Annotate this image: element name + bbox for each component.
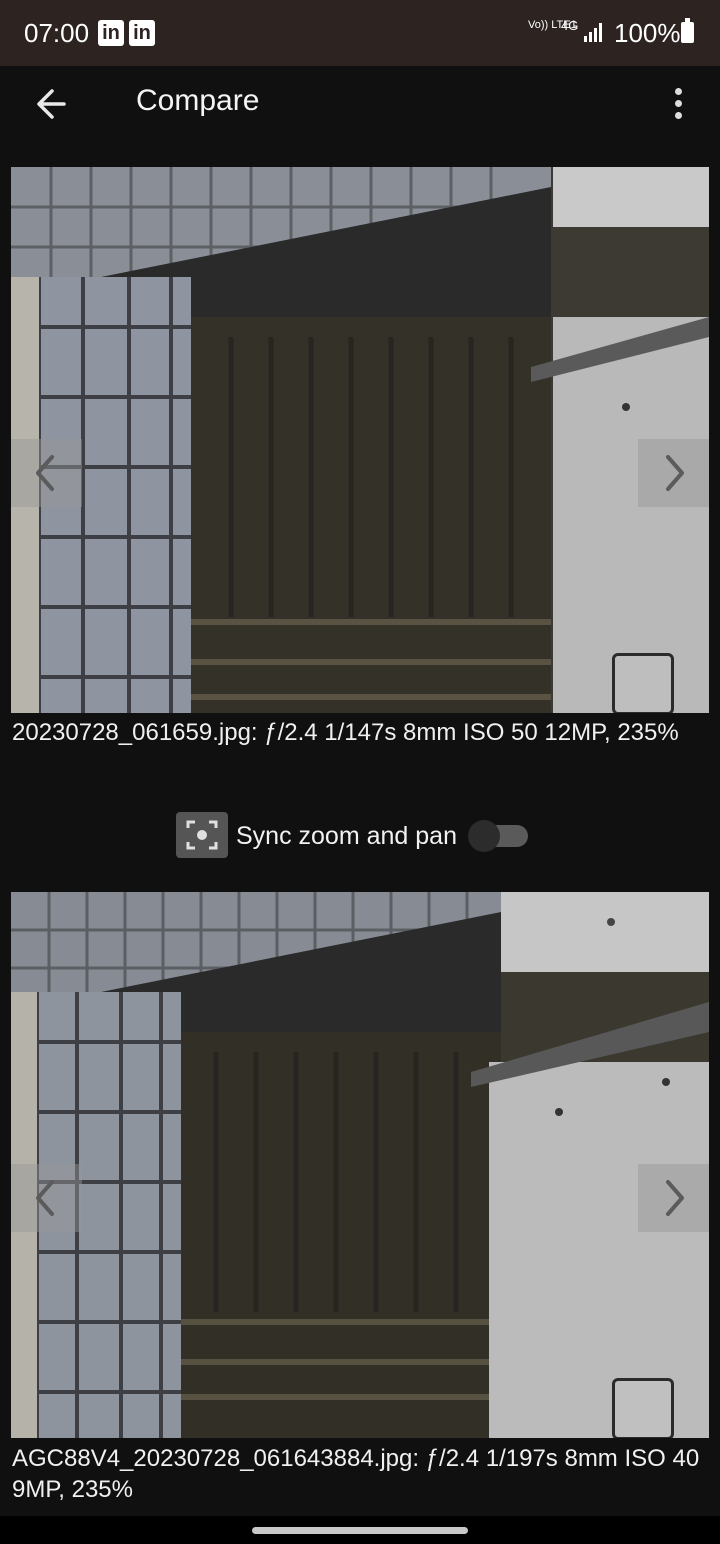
app-bar: Compare bbox=[0, 66, 720, 140]
linkedin-icon: in bbox=[129, 20, 155, 46]
linkedin-icon: in bbox=[98, 20, 124, 46]
toggle-thumb bbox=[468, 820, 500, 852]
chevron-right-icon bbox=[666, 455, 684, 491]
select-checkbox[interactable] bbox=[612, 1378, 674, 1438]
chevron-left-icon bbox=[36, 1180, 54, 1216]
previous-image-button[interactable] bbox=[11, 1164, 82, 1232]
signal-icon bbox=[584, 23, 602, 42]
top-image-view[interactable] bbox=[11, 167, 709, 713]
page-title: Compare bbox=[136, 84, 260, 117]
home-gesture-handle[interactable] bbox=[252, 1527, 468, 1534]
overflow-menu-button[interactable] bbox=[664, 80, 694, 128]
sync-zoom-toggle[interactable] bbox=[468, 820, 530, 852]
system-nav-bar bbox=[0, 1516, 720, 1544]
building-photo-2 bbox=[11, 892, 709, 1438]
top-image-caption: 20230728_061659.jpg: ƒ/2.4 1/147s 8mm IS… bbox=[12, 719, 679, 746]
status-bar: 07:00 in in Vo)) LTE1 4G 100% bbox=[0, 0, 720, 66]
battery-percent: 100% bbox=[614, 18, 681, 48]
chevron-left-icon bbox=[36, 455, 54, 491]
previous-image-button[interactable] bbox=[11, 439, 82, 507]
next-image-button[interactable] bbox=[638, 439, 709, 507]
network-type: 4G bbox=[561, 18, 579, 33]
building-photo-1 bbox=[11, 167, 709, 713]
focus-frame-icon bbox=[176, 812, 228, 858]
status-time: 07:00 bbox=[24, 18, 90, 48]
chevron-right-icon bbox=[666, 1180, 684, 1216]
next-image-button[interactable] bbox=[638, 1164, 709, 1232]
sync-zoom-label: Sync zoom and pan bbox=[236, 822, 457, 850]
more-vert-icon bbox=[675, 88, 682, 95]
bottom-image-caption: AGC88V4_20230728_061643884.jpg: ƒ/2.4 1/… bbox=[12, 1445, 700, 1503]
select-checkbox[interactable] bbox=[612, 653, 674, 713]
bottom-image-view[interactable] bbox=[11, 892, 709, 1438]
back-button[interactable] bbox=[26, 80, 78, 128]
battery-icon bbox=[681, 18, 694, 43]
arrow-left-icon bbox=[37, 89, 66, 119]
